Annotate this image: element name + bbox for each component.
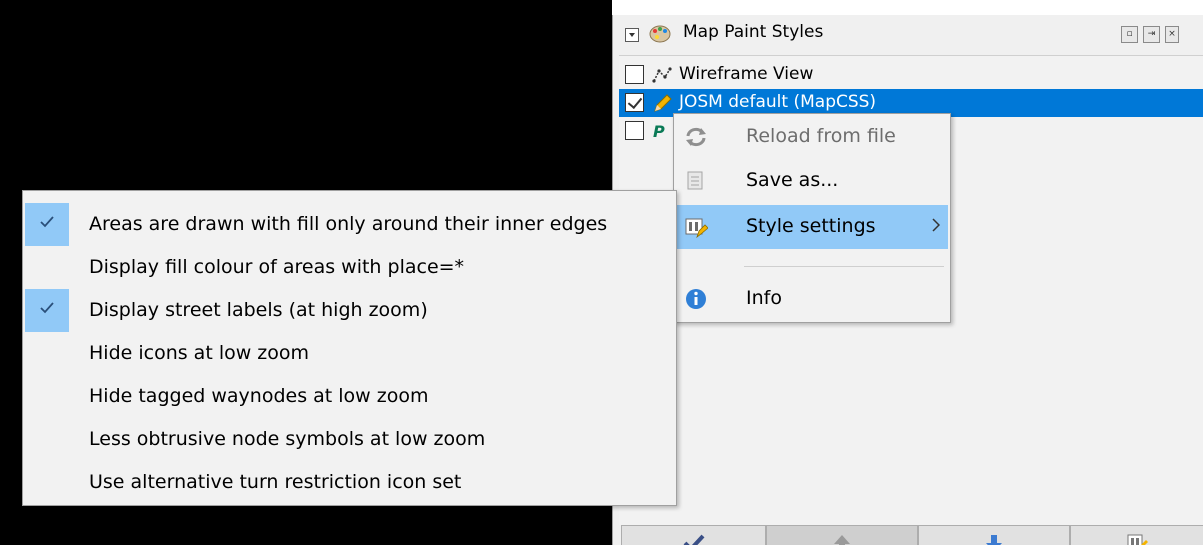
setting-inner-edge-fill[interactable]: Areas are drawn with fill only around th… — [25, 203, 675, 246]
info-icon — [686, 289, 706, 309]
save-as-icon — [687, 171, 703, 190]
bottom-toolbar — [613, 525, 1203, 545]
move-up-icon — [834, 534, 850, 545]
menu-item-label: Info — [746, 287, 782, 309]
menu-item-reload-from-file[interactable]: Reload from file — [676, 115, 948, 159]
checkmark-icon — [40, 302, 54, 314]
close-icon[interactable]: × — [1165, 26, 1179, 43]
style-label: JOSM default (MapCSS) — [679, 92, 877, 112]
menu-item-style-settings[interactable]: Style settings — [676, 205, 948, 249]
svg-text:P: P — [653, 122, 665, 141]
check-cell — [25, 332, 69, 375]
setting-place-fill-colour[interactable]: Display fill colour of areas with place=… — [25, 246, 675, 289]
refresh-icon — [686, 127, 706, 147]
style-checkbox[interactable] — [625, 93, 644, 112]
style-checkbox[interactable] — [625, 65, 644, 84]
pencil-icon — [654, 94, 672, 112]
setting-label: Display fill colour of areas with place=… — [89, 256, 465, 278]
menu-item-label: Reload from file — [746, 125, 896, 147]
check-cell — [25, 461, 69, 504]
menu-item-save-as[interactable]: Save as... — [676, 159, 948, 203]
setting-alt-turn-restriction-icons[interactable]: Use alternative turn restriction icon se… — [25, 461, 675, 504]
setting-label: Hide icons at low zoom — [89, 342, 310, 364]
palette-icon — [649, 25, 671, 43]
context-menu: Reload from file Save as... Style settin… — [673, 113, 951, 323]
activate-button[interactable] — [621, 525, 766, 545]
check-cell — [25, 418, 69, 461]
detach-icon[interactable]: ⇥ — [1143, 26, 1160, 43]
menu-item-info[interactable]: Info — [676, 277, 948, 321]
check-cell — [25, 375, 69, 418]
style-preferences-icon — [1127, 534, 1148, 545]
setting-label: Use alternative turn restriction icon se… — [89, 471, 462, 493]
style-label: Wireframe View — [679, 64, 814, 84]
menu-separator — [744, 266, 944, 267]
checkmark-icon — [40, 216, 54, 228]
wireframe-icon — [652, 67, 672, 83]
setting-label: Hide tagged waynodes at low zoom — [89, 385, 429, 407]
panel-header: Map Paint Styles ▫ ⇥ × — [613, 15, 1203, 52]
check-cell — [25, 203, 69, 246]
panel-title: Map Paint Styles — [683, 22, 824, 42]
setting-less-obtrusive-nodes[interactable]: Less obtrusive node symbols at low zoom — [25, 418, 675, 461]
setting-label: Less obtrusive node symbols at low zoom — [89, 428, 486, 450]
setting-hide-icons[interactable]: Hide icons at low zoom — [25, 332, 675, 375]
potlatch-style-icon: P — [653, 122, 665, 141]
move-down-button[interactable] — [918, 525, 1070, 545]
style-settings-icon — [685, 218, 708, 238]
move-up-button[interactable] — [766, 525, 918, 545]
check-cell — [25, 289, 69, 332]
chevron-right-icon — [932, 218, 940, 232]
setting-hide-waynodes[interactable]: Hide tagged waynodes at low zoom — [25, 375, 675, 418]
style-checkbox[interactable] — [625, 121, 644, 140]
preferences-icon[interactable]: ▫ — [1121, 26, 1138, 43]
menu-item-label: Style settings — [746, 215, 876, 237]
setting-label: Display street labels (at high zoom) — [89, 299, 428, 321]
activate-check-icon — [683, 534, 704, 545]
move-down-icon — [986, 534, 1002, 545]
menu-item-label: Save as... — [746, 169, 839, 191]
style-row-wireframe[interactable]: Wireframe View — [619, 61, 1203, 89]
style-preferences-button[interactable] — [1070, 525, 1203, 545]
check-cell — [25, 246, 69, 289]
setting-street-labels[interactable]: Display street labels (at high zoom) — [25, 289, 675, 332]
setting-label: Areas are drawn with fill only around th… — [89, 213, 608, 235]
collapse-toggle-icon[interactable] — [625, 28, 639, 42]
style-settings-submenu: Areas are drawn with fill only around th… — [22, 190, 677, 506]
